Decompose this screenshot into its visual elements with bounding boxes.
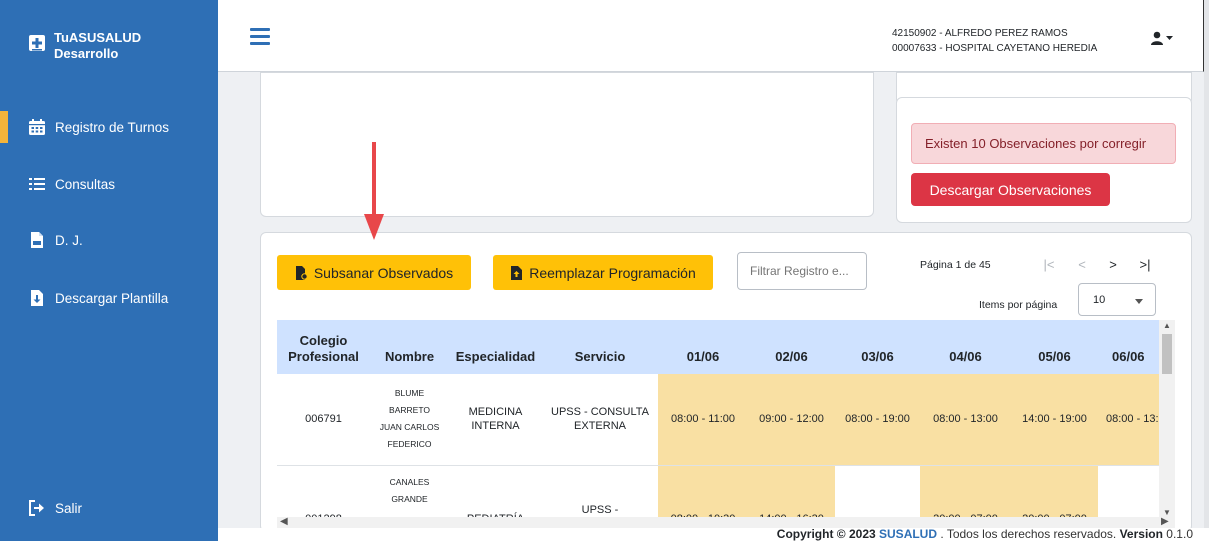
- table-row[interactable]: 006791 BLUME BARRETO JUAN CARLOS FEDERIC…: [277, 374, 1175, 466]
- column-header[interactable]: Nombre: [370, 320, 449, 374]
- cell-shift[interactable]: 08:00 - 10:30: [658, 465, 748, 520]
- user-institution: 00007633 - HOSPITAL CAYETANO HEREDIA: [892, 43, 1098, 54]
- top-navbar: 42150902 - ALFREDO PEREZ RAMOS 00007633 …: [218, 0, 1204, 72]
- cell-especialidad: PEDIATRÍA: [449, 465, 542, 520]
- cell-shift[interactable]: 09:00 - 12:00: [748, 374, 835, 466]
- column-header[interactable]: 03/06: [835, 320, 920, 374]
- column-header[interactable]: 01/06: [658, 320, 748, 374]
- caret-down-icon: [1135, 299, 1143, 304]
- first-page-button[interactable]: |<: [1041, 257, 1057, 272]
- schedule-table: Colegio Profesional Nombre Especialidad …: [277, 320, 1175, 520]
- download-observations-button[interactable]: Descargar Observaciones: [911, 173, 1110, 206]
- cell-especialidad: MEDICINA INTERNA: [449, 374, 542, 466]
- scroll-right-icon[interactable]: ▶: [1161, 516, 1169, 527]
- sidebar-item-label: Descargar Plantilla: [55, 290, 169, 306]
- replace-schedule-button[interactable]: Reemplazar Programación: [493, 255, 713, 290]
- last-page-button[interactable]: >|: [1137, 257, 1153, 272]
- sidebar-item-descargar-plantilla[interactable]: Descargar Plantilla: [0, 282, 218, 314]
- column-header[interactable]: Servicio: [542, 320, 658, 374]
- column-header[interactable]: 02/06: [748, 320, 835, 374]
- user-info: 42150902 - ALFREDO PEREZ RAMOS 00007633 …: [892, 26, 1097, 56]
- user-icon: [1151, 31, 1163, 45]
- logout-label: Salir: [55, 500, 83, 516]
- items-per-page-label: Items por página: [979, 299, 1058, 311]
- cell-shift[interactable]: [835, 465, 920, 520]
- version-label: Version: [1119, 528, 1163, 541]
- replace-schedule-label: Reemplazar Programación: [529, 264, 696, 281]
- cell-shift[interactable]: 20:00 - 07:00: [1011, 465, 1098, 520]
- scroll-thumb[interactable]: [1162, 334, 1172, 374]
- menu-toggle-icon[interactable]: [250, 28, 270, 45]
- medical-plus-icon: [29, 35, 45, 51]
- annotation-arrow-icon: [364, 142, 384, 240]
- table-vertical-scrollbar[interactable]: ▲ ▼: [1159, 320, 1175, 520]
- download-file-icon: [31, 290, 43, 306]
- sidebar-item-label: Consultas: [55, 176, 116, 192]
- next-page-button[interactable]: >: [1105, 257, 1121, 272]
- column-header[interactable]: Especialidad: [449, 320, 542, 374]
- prev-page-button[interactable]: <: [1074, 257, 1090, 272]
- cell-shift[interactable]: 08:00 - 11:00: [658, 374, 748, 466]
- cell-servicio: UPSS -: [542, 465, 658, 520]
- sign-out-icon: [29, 500, 44, 516]
- file-gear-icon: [295, 265, 308, 280]
- brand[interactable]: TuASUSALUD Desarrollo: [28, 30, 141, 62]
- sidebar-item-consultas[interactable]: Consultas: [0, 168, 218, 200]
- footer: Copyright © 2023 SUSALUD . Todos los der…: [218, 528, 1209, 541]
- version-value: 0.1.0: [1166, 528, 1193, 541]
- schedule-table-container: Colegio Profesional Nombre Especialidad …: [277, 320, 1175, 520]
- summary-card: [260, 72, 874, 217]
- sidebar-item-label: D. J.: [55, 232, 83, 248]
- items-per-page-select[interactable]: 10: [1078, 283, 1156, 316]
- cell-shift[interactable]: 14:00 - 16:30: [748, 465, 835, 520]
- observations-alert: Existen 10 Observaciones por corregir: [911, 123, 1176, 164]
- cell-shift[interactable]: 14:00 - 19:00: [1011, 374, 1098, 466]
- table-row[interactable]: 001298 CANALES GRANDE PEDIATRÍA UPSS - 0…: [277, 465, 1175, 520]
- fix-observed-label: Subsanar Observados: [313, 264, 454, 281]
- brand-title: TuASUSALUD: [54, 30, 142, 45]
- page-scrollbar[interactable]: [1204, 0, 1209, 541]
- cell-shift[interactable]: 08:00 - 19:00: [835, 374, 920, 466]
- logout-button[interactable]: Salir: [0, 492, 218, 524]
- scroll-up-icon[interactable]: ▲: [1163, 321, 1171, 330]
- fix-observed-button[interactable]: Subsanar Observados: [277, 255, 471, 290]
- cell-nombre: BLUME BARRETO JUAN CARLOS FEDERICO: [370, 374, 449, 466]
- page-indicator: Página 1 de 45: [920, 259, 991, 271]
- cell-colegio: 006791: [277, 374, 370, 466]
- sidebar: TuASUSALUD Desarrollo Registro de Turnos…: [0, 0, 218, 541]
- susalud-link[interactable]: SUSALUD: [879, 528, 937, 541]
- cell-shift[interactable]: 20:00 - 07:00: [920, 465, 1011, 520]
- sidebar-item-registro-turnos[interactable]: Registro de Turnos: [0, 111, 218, 143]
- user-menu-button[interactable]: [1150, 30, 1176, 46]
- items-per-page-value: 10: [1093, 293, 1106, 306]
- cell-nombre: CANALES GRANDE: [370, 465, 449, 520]
- user-name: 42150902 - ALFREDO PEREZ RAMOS: [892, 28, 1068, 39]
- chevron-down-icon: [1166, 35, 1173, 40]
- brand-subtitle: Desarrollo: [54, 46, 119, 61]
- cell-colegio: 001298: [277, 465, 370, 520]
- list-icon: [29, 178, 45, 190]
- file-upload-icon: [511, 265, 523, 280]
- sidebar-item-dj[interactable]: D. J.: [0, 224, 218, 256]
- column-header[interactable]: 05/06: [1011, 320, 1098, 374]
- calendar-icon: [29, 119, 45, 135]
- rights-text: . Todos los derechos reservados.: [940, 528, 1117, 541]
- cell-servicio: UPSS - CONSULTA EXTERNA: [542, 374, 658, 466]
- sidebar-item-label: Registro de Turnos: [55, 119, 170, 135]
- copyright-text: Copyright © 2023: [776, 528, 876, 541]
- filter-input[interactable]: [737, 252, 867, 290]
- table-header-row: Colegio Profesional Nombre Especialidad …: [277, 320, 1175, 374]
- pdf-file-icon: [31, 232, 43, 248]
- active-indicator: [0, 111, 8, 143]
- scroll-left-icon[interactable]: ◀: [280, 516, 288, 527]
- column-header[interactable]: Colegio Profesional: [277, 320, 370, 374]
- cell-shift[interactable]: 08:00 - 13:00: [920, 374, 1011, 466]
- column-header[interactable]: 04/06: [920, 320, 1011, 374]
